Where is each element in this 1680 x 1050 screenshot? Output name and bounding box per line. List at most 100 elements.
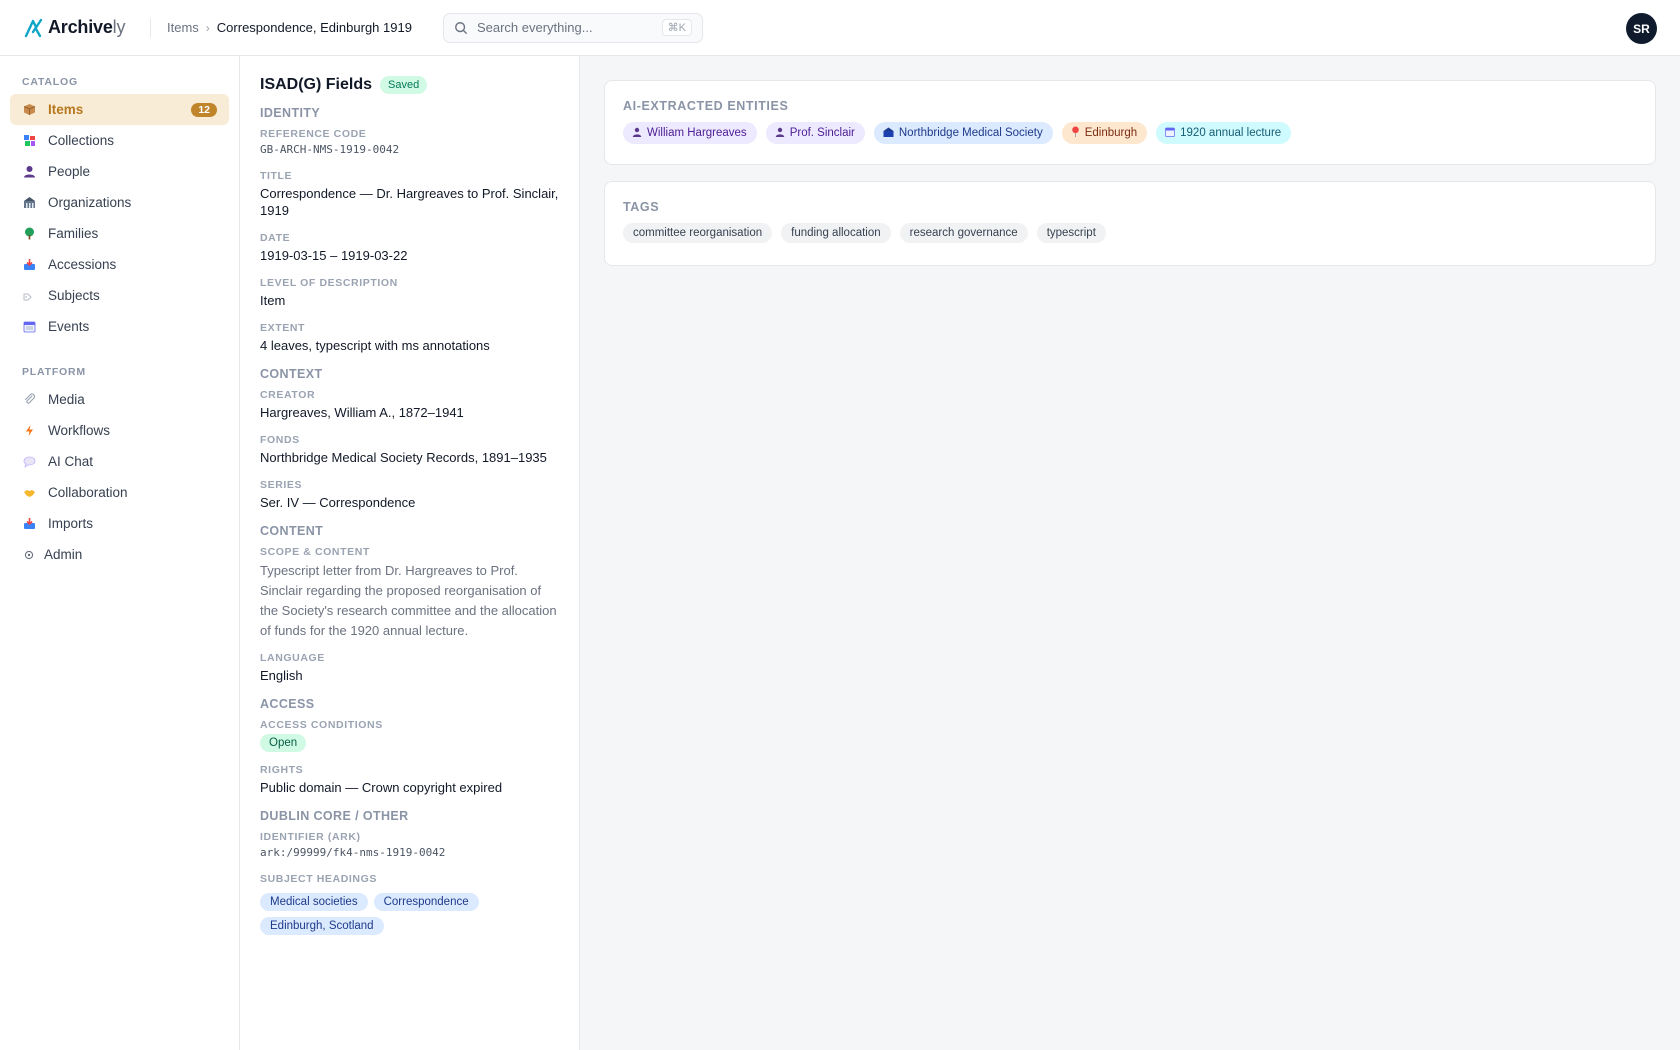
access-heading: ACCESS [260,697,315,711]
collections-icon [22,134,36,148]
handshake-icon [22,486,36,500]
subject-pill[interactable]: Edinburgh, Scotland [260,917,384,935]
entity-label: Northbridge Medical Society [898,127,1043,139]
header-divider [150,17,151,38]
breadcrumb: Items › Correspondence, Edinburgh 1919 [167,20,412,35]
sidebar-item-media[interactable]: Media [10,384,229,415]
access-conditions-label: ACCESS CONDITIONS [260,719,383,731]
sidebar-item-accessions[interactable]: Accessions [10,249,229,280]
sidebar-item-items[interactable]: Items 12 [10,94,229,125]
tree-icon [22,227,36,241]
extent-value[interactable]: 4 leaves, typescript with ms annotations [260,337,559,354]
import-tray-icon [22,517,36,531]
sidebar-item-events[interactable]: Events [10,311,229,342]
tags-list: committee reorganisation funding allocat… [623,223,1637,243]
subject-headings-list: Medical societies Correspondence Edinbur… [260,893,540,935]
box-icon [22,103,36,117]
sidebar-item-collections[interactable]: Collections [10,125,229,156]
saved-status-badge: Saved [380,76,428,94]
calendar-icon [22,320,36,334]
person-icon [632,127,642,140]
sidebar-item-organizations[interactable]: Organizations [10,187,229,218]
fields-header: ISAD(G) Fields Saved [260,76,559,94]
tag-icon [22,289,36,303]
sidebar: CATALOG Items 12 Collections People Orga… [0,56,240,1050]
entity-chip-event[interactable]: 1920 annual lecture [1156,122,1292,144]
sidebar-item-people[interactable]: People [10,156,229,187]
date-value[interactable]: 1919-03-15 – 1919-03-22 [260,247,559,264]
creator-value[interactable]: Hargreaves, William A., 1872–1941 [260,404,559,421]
tag-chip[interactable]: funding allocation [781,223,891,243]
paperclip-icon [22,393,36,407]
search-input[interactable]: Search everything... ⌘K [442,12,703,43]
sidebar-item-label: Families [48,226,99,241]
sidebar-item-label: People [48,164,91,179]
tags-card: TAGS committee reorganisation funding al… [604,181,1656,266]
identifier-value[interactable]: ark:/99999/fk4-nms-1919-0042 [260,846,559,859]
level-value[interactable]: Item [260,292,559,309]
entities-heading: AI-EXTRACTED ENTITIES [623,99,789,113]
scope-label: SCOPE & CONTENT [260,546,370,558]
level-label: LEVEL OF DESCRIPTION [260,277,398,289]
sidebar-item-admin[interactable]: Admin [10,539,229,570]
identifier-label: IDENTIFIER (ARK) [260,831,361,843]
sidebar-item-workflows[interactable]: Workflows [10,415,229,446]
language-value[interactable]: English [260,667,559,684]
building-icon [22,196,36,210]
breadcrumb-current: Correspondence, Edinburgh 1919 [216,20,412,35]
search-icon [454,21,467,34]
sidebar-item-label: Items [48,102,84,117]
sidebar-item-subjects[interactable]: Subjects [10,280,229,311]
app-name: Archively [48,17,126,37]
chat-bubble-icon [22,455,36,469]
tag-chip[interactable]: committee reorganisation [623,223,773,243]
scope-value[interactable]: Typescript letter from Dr. Hargreaves to… [260,561,559,641]
subject-pill[interactable]: Medical societies [260,893,368,911]
person-icon [22,165,36,179]
access-open-badge[interactable]: Open [260,734,307,752]
entity-label: William Hargreaves [647,127,747,139]
sidebar-item-label: Accessions [48,257,117,272]
logo-mark-icon [24,18,43,37]
sidebar-item-ai-chat[interactable]: AI Chat [10,446,229,477]
isad-fields-panel: ISAD(G) Fields Saved IDENTITY REFERENCE … [240,56,580,1050]
fonds-label: FONDS [260,434,300,446]
gear-icon [22,548,36,562]
top-bar: Archively Items › Correspondence, Edinbu… [0,0,1680,56]
entities-card: AI-EXTRACTED ENTITIES William Hargreaves… [604,80,1656,165]
series-value[interactable]: Ser. IV — Correspondence [260,494,559,511]
subject-headings-label: SUBJECT HEADINGS [260,873,377,885]
sidebar-item-label: Admin [44,547,83,562]
extent-label: EXTENT [260,322,306,334]
dublin-core-heading: DUBLIN CORE / OTHER [260,809,409,823]
tag-chip[interactable]: typescript [1036,223,1106,243]
date-label: DATE [260,232,291,244]
series-label: SERIES [260,479,303,491]
sidebar-item-families[interactable]: Families [10,218,229,249]
sidebar-item-label: Events [48,319,90,334]
breadcrumb-items-link[interactable]: Items [167,20,199,35]
fields-title: ISAD(G) Fields [260,76,373,93]
tag-chip[interactable]: research governance [899,223,1028,243]
creator-label: CREATOR [260,389,316,401]
lightning-icon [22,424,36,438]
entity-chip-place[interactable]: Edinburgh [1061,122,1148,144]
entity-label: Edinburgh [1084,127,1138,139]
title-value[interactable]: Correspondence — Dr. Hargreaves to Prof.… [260,185,559,219]
reference-code-value[interactable]: GB-ARCH-NMS-1919-0042 [260,143,559,156]
sidebar-item-collaboration[interactable]: Collaboration [10,477,229,508]
search-shortcut: ⌘K [661,19,692,36]
user-avatar[interactable]: SR [1626,13,1657,44]
rights-value[interactable]: Public domain — Crown copyright expired [260,779,559,796]
sidebar-item-label: AI Chat [48,454,94,469]
items-count-badge: 12 [191,102,217,117]
sidebar-item-imports[interactable]: Imports [10,508,229,539]
app-logo[interactable]: Archively [24,17,134,39]
entity-chip-person[interactable]: Prof. Sinclair [765,122,865,144]
chevron-right-icon: › [205,20,210,35]
fonds-value[interactable]: Northbridge Medical Society Records, 189… [260,449,559,466]
subject-pill[interactable]: Correspondence [373,893,479,911]
entity-chip-organization[interactable]: Northbridge Medical Society [873,122,1053,144]
sidebar-item-label: Imports [48,516,94,531]
entity-chip-person[interactable]: William Hargreaves [623,122,757,144]
